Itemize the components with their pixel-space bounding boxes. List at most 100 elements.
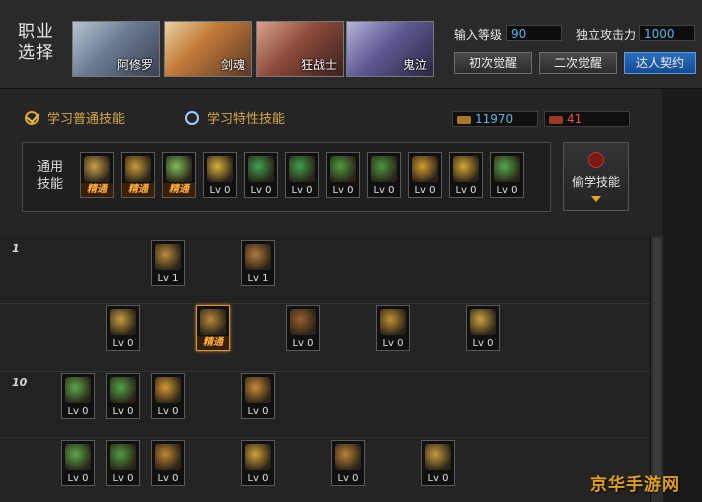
cross-spark-icon: [245, 444, 271, 470]
radio-circle-icon: [185, 110, 199, 125]
portrait-blade-master[interactable]: 剑魂: [164, 21, 252, 77]
tab-normal-skills-label: 学习普通技能: [47, 112, 126, 127]
flame-burst-icon: [155, 377, 181, 403]
skill-level: Lv 0: [292, 338, 314, 349]
master-contract-button[interactable]: 达人契约: [624, 52, 696, 74]
skill-tree-scrollbar[interactable]: [650, 236, 663, 502]
level-input[interactable]: 90: [506, 25, 562, 41]
attack-input[interactable]: 1000: [639, 25, 695, 41]
skill-slot[interactable]: Lv 0: [151, 373, 185, 419]
green-edge-icon: [65, 444, 91, 470]
portrait-soul-bender[interactable]: 鬼泣: [346, 21, 434, 77]
sp-icon: [457, 115, 471, 124]
gust-icon: [425, 444, 451, 470]
wave-icon: [290, 309, 316, 335]
tp-value: 41: [567, 112, 583, 126]
slash-icon: [155, 244, 181, 270]
skill-tree-row-3: [0, 372, 650, 437]
trident-icon: [470, 309, 496, 335]
checkmark-icon: [25, 110, 39, 125]
skill-tree: 1 10 Lv 1 Lv 1 Lv 0 精通 Lv 0 Lv 0 Lv 0 Lv 0 Lv 0 L…: [0, 236, 650, 502]
skill-slot[interactable]: Lv 0: [421, 440, 455, 486]
swirl-icon: [155, 444, 181, 470]
steal-skill-label: 偷学技能: [571, 175, 620, 189]
skill-level: Lv 0: [247, 406, 269, 417]
skill-slot[interactable]: 精通: [121, 152, 155, 198]
skill-level: Lv 0: [414, 185, 436, 196]
target-icon: [248, 156, 274, 182]
skill-slot[interactable]: Lv 0: [203, 152, 237, 198]
skill-level: Lv 0: [472, 338, 494, 349]
second-awakening-button[interactable]: 二次觉醒: [539, 52, 617, 74]
tab-normal-skills[interactable]: 学习普通技能: [25, 108, 125, 127]
common-skills-box: 通用技能 精通 精通 精通 Lv 0 Lv 0 Lv 0 Lv 0 Lv 0 Lv 0 Lv 0L…: [22, 142, 551, 212]
skill-slot[interactable]: Lv 0: [286, 305, 320, 351]
skill-slot[interactable]: Lv 0: [376, 305, 410, 351]
skill-slot[interactable]: 精通: [162, 152, 196, 198]
job-selection-label: 职业选择: [18, 22, 54, 63]
skill-level: Lv 0: [112, 406, 134, 417]
skill-level: Lv 0: [157, 406, 179, 417]
portrait-blade-master-name: 剑魂: [220, 58, 245, 72]
skill-level: Lv 1: [247, 273, 269, 284]
shield-icon: [380, 309, 406, 335]
spiral-icon: [245, 377, 271, 403]
skill-slot[interactable]: Lv 0: [61, 440, 95, 486]
skill-slot[interactable]: 精通: [80, 152, 114, 198]
skill-slot[interactable]: Lv 0: [61, 373, 95, 419]
skill-level: Lv 0: [67, 473, 89, 484]
tab-special-skills[interactable]: 学习特性技能: [185, 108, 285, 127]
skill-level: Lv 0: [455, 185, 477, 196]
skill-slot[interactable]: Lv 1: [241, 240, 275, 286]
crosshair-icon: [289, 156, 315, 182]
level-marker: 1: [12, 242, 20, 255]
steal-skill-button[interactable]: 偷学技能: [563, 142, 629, 211]
skill-level: Lv 0: [373, 185, 395, 196]
skill-slot[interactable]: Lv 0: [331, 440, 365, 486]
skill-slot[interactable]: Lv 0: [106, 373, 140, 419]
skill-slot[interactable]: Lv 0: [106, 440, 140, 486]
portrait-asura-name: 阿修罗: [116, 58, 153, 72]
skill-slot[interactable]: Lv 0: [241, 373, 275, 419]
star-burst-icon: [110, 444, 136, 470]
fighter-icon: [330, 156, 356, 182]
skill-slot[interactable]: Lv 0: [151, 440, 185, 486]
skill-level: Lv 0: [247, 473, 269, 484]
skill-level: Lv 1: [157, 273, 179, 284]
skill-slot[interactable]: Lv 0: [466, 305, 500, 351]
level-label: 输入等级: [454, 28, 503, 42]
skill-slot[interactable]: 精通: [196, 305, 230, 351]
portrait-asura[interactable]: 阿修罗: [72, 21, 160, 77]
tab-special-skills-label: 学习特性技能: [207, 112, 286, 127]
skill-slot[interactable]: Lv 0: [241, 440, 275, 486]
common-skills-label: 通用技能: [37, 160, 64, 192]
skill-slot[interactable]: Lv 0: [490, 152, 524, 198]
skill-slot[interactable]: Lv 0: [408, 152, 442, 198]
skill-slot[interactable]: Lv 1: [151, 240, 185, 286]
crescent-icon: [335, 444, 361, 470]
dropdown-arrow-icon: [591, 196, 601, 202]
skill-level: Lv 0: [209, 185, 231, 196]
mastery-badge: 精通: [197, 336, 229, 350]
green-sword-icon: [110, 377, 136, 403]
skill-tree-row-4: [0, 438, 650, 502]
skill-slot[interactable]: Lv 0: [244, 152, 278, 198]
skill-level: Lv 0: [291, 185, 313, 196]
skill-slot[interactable]: Lv 0: [449, 152, 483, 198]
scrollbar-thumb[interactable]: [653, 238, 661, 493]
sp-value: 11970: [475, 112, 514, 126]
skill-level: Lv 0: [496, 185, 518, 196]
portrait-berserker[interactable]: 狂战士: [256, 21, 344, 77]
skill-slot[interactable]: Lv 0: [285, 152, 319, 198]
skill-level: Lv 0: [337, 473, 359, 484]
mastery-badge: 精通: [163, 183, 195, 197]
green-blade-icon: [65, 377, 91, 403]
first-awakening-button[interactable]: 初次觉醒: [454, 52, 532, 74]
skill-slot[interactable]: Lv 0: [106, 305, 140, 351]
skill-level: Lv 0: [250, 185, 272, 196]
flex-icon: [453, 156, 479, 182]
skill-slot[interactable]: Lv 0: [367, 152, 401, 198]
mastery-badge: 精通: [81, 183, 113, 197]
portrait-soul-bender-name: 鬼泣: [402, 58, 427, 72]
skill-slot[interactable]: Lv 0: [326, 152, 360, 198]
